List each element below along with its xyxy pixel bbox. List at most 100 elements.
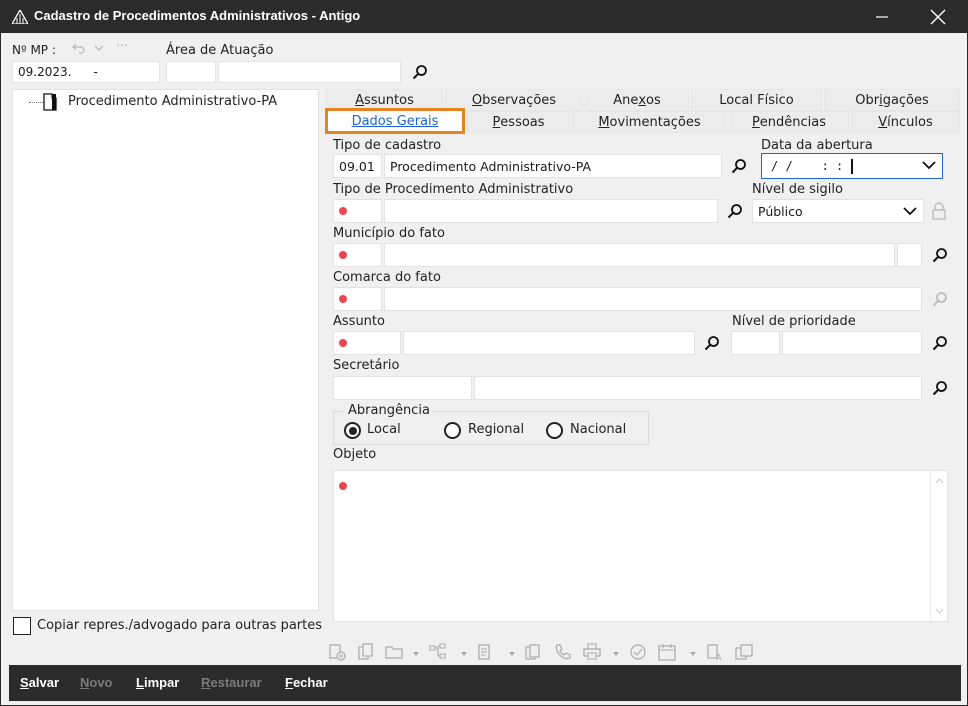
municipio-uf-field[interactable]: [897, 243, 922, 267]
tab-pendencias[interactable]: Pendências: [729, 111, 849, 133]
minimize-button[interactable]: [859, 1, 905, 33]
tipo-cadastro-label: Tipo de cadastro: [333, 138, 442, 153]
data-abertura-field[interactable]: / / : :: [761, 153, 943, 179]
close-mnemonic: F: [285, 675, 293, 690]
comarca-name-field[interactable]: [384, 287, 922, 311]
nivel-prioridade-name-field[interactable]: [782, 331, 922, 355]
print-icon[interactable]: [583, 643, 601, 661]
tree-icon[interactable]: [429, 643, 447, 661]
tree-root-item[interactable]: Procedimento Administrativo-PA: [68, 94, 277, 109]
search-icon: [932, 381, 947, 396]
assunto-code-field[interactable]: [333, 331, 401, 355]
assunto-search-button[interactable]: [703, 334, 721, 352]
nivel-prioridade-code-field[interactable]: [731, 331, 780, 355]
tipo-cadastro-name-field[interactable]: Procedimento Administrativo-PA: [384, 154, 722, 178]
area-name-field[interactable]: [218, 61, 401, 83]
chevron-down-icon[interactable]: [922, 161, 936, 170]
copy-checkbox-label: Copiar repres./advogado para outras part…: [37, 618, 323, 633]
tree-connector: [29, 102, 43, 103]
tipo-procedimento-name-field[interactable]: [384, 199, 718, 223]
phone-icon[interactable]: [554, 643, 572, 661]
assunto-label: Assunto: [333, 314, 385, 329]
close-form-button[interactable]: Fechar: [285, 675, 328, 690]
document-icon[interactable]: [476, 643, 494, 661]
secretario-search-button[interactable]: [931, 379, 949, 397]
tab-dados-gerais[interactable]: Dados Gerais: [325, 108, 465, 134]
objeto-textarea[interactable]: [333, 470, 948, 622]
nivel-sigilo-value: Público: [758, 203, 803, 219]
abrangencia-regional-radio[interactable]: [444, 422, 461, 439]
lock-icon[interactable]: [931, 201, 947, 221]
restore-mnemonic: R: [201, 675, 211, 690]
restore-button[interactable]: Restaurar: [201, 675, 262, 690]
tab-label: Obr: [855, 92, 880, 108]
tab-movimentacoes[interactable]: Movimentações: [572, 111, 727, 133]
tipo-cadastro-search-button[interactable]: [730, 157, 748, 175]
area-code-field[interactable]: [166, 61, 216, 83]
scroll-up-icon[interactable]: [935, 478, 944, 484]
mp-number-field[interactable]: 09.2023. -: [12, 61, 160, 83]
objeto-scrollbar[interactable]: [930, 471, 947, 621]
tab-mnemonic: O: [471, 92, 483, 108]
municipio-label: Município do fato: [333, 226, 445, 241]
calendar-dropdown-icon[interactable]: [690, 652, 696, 656]
tipo-procedimento-label: Tipo de Procedimento Administrativo: [333, 182, 574, 197]
tab-pessoas[interactable]: Pessoas: [467, 111, 570, 133]
folder-dropdown-icon[interactable]: [413, 652, 419, 656]
abrangencia-local-radio[interactable]: [344, 422, 361, 439]
required-indicator: [339, 482, 347, 490]
abrangencia-nacional-radio[interactable]: [546, 422, 563, 439]
save-button[interactable]: Salvar: [20, 675, 59, 690]
area-search-button[interactable]: [411, 63, 429, 81]
folder-icon[interactable]: [385, 643, 403, 661]
doc-stack-icon[interactable]: [735, 643, 753, 661]
tab-local-fisico[interactable]: Local Físico: [691, 89, 822, 111]
municipio-search-button[interactable]: [931, 246, 949, 264]
calendar-icon[interactable]: [658, 643, 676, 661]
copy-representative-checkbox[interactable]: [13, 617, 31, 635]
nivel-prioridade-search-button[interactable]: [931, 334, 949, 352]
new-mnemonic: N: [80, 675, 90, 690]
assunto-name-field[interactable]: [403, 331, 695, 355]
close-button[interactable]: [915, 1, 961, 33]
search-icon: [731, 159, 746, 174]
app-logo-icon: [12, 10, 28, 24]
secretario-name-field[interactable]: [474, 376, 922, 400]
tipo-procedimento-search-button[interactable]: [726, 202, 744, 220]
tab-observacoes[interactable]: Observações: [445, 89, 583, 111]
file-stack-icon[interactable]: [524, 643, 542, 661]
tab-mnemonic: P: [492, 114, 501, 130]
scroll-down-icon[interactable]: [935, 608, 944, 614]
save-label: alvar: [28, 675, 60, 690]
new-button[interactable]: Novo: [80, 675, 113, 690]
nivel-sigilo-select[interactable]: Público: [752, 199, 924, 223]
check-icon[interactable]: [629, 643, 647, 661]
comarca-search-button[interactable]: [931, 290, 949, 308]
secretario-code-field[interactable]: [333, 376, 472, 400]
chevron-down-icon[interactable]: [94, 44, 104, 52]
more-icon[interactable]: ···: [116, 39, 128, 54]
municipio-name-field[interactable]: [384, 243, 895, 267]
tipo-procedimento-code-field[interactable]: [333, 199, 382, 223]
new-label: ovo: [89, 675, 113, 690]
copy-doc-icon[interactable]: [357, 643, 375, 661]
doc-a-icon[interactable]: A: [706, 643, 724, 661]
search-icon: [704, 336, 719, 351]
tab-obrigacoes[interactable]: Obr i gações: [824, 89, 960, 111]
tab-mnemonic: P: [751, 114, 760, 130]
tab-vinculos[interactable]: Vínculos: [851, 111, 960, 133]
print-dropdown-icon[interactable]: [613, 652, 619, 656]
tab-mnemonic: V: [878, 114, 888, 130]
tree-dropdown-icon[interactable]: [461, 652, 467, 656]
tab-mnemonic: x: [638, 92, 647, 108]
municipio-code-field[interactable]: [333, 243, 382, 267]
comarca-code-field[interactable]: [333, 287, 382, 311]
tipo-cadastro-code-field[interactable]: 09.01: [333, 154, 382, 178]
clear-button[interactable]: Limpar: [136, 675, 179, 690]
document-icon: [43, 93, 57, 111]
undo-icon[interactable]: [72, 42, 86, 54]
search-icon: [932, 336, 947, 351]
new-doc-icon[interactable]: [328, 643, 346, 661]
tab-anexos[interactable]: Ane x os: [585, 89, 689, 111]
document-dropdown-icon[interactable]: [509, 652, 515, 656]
